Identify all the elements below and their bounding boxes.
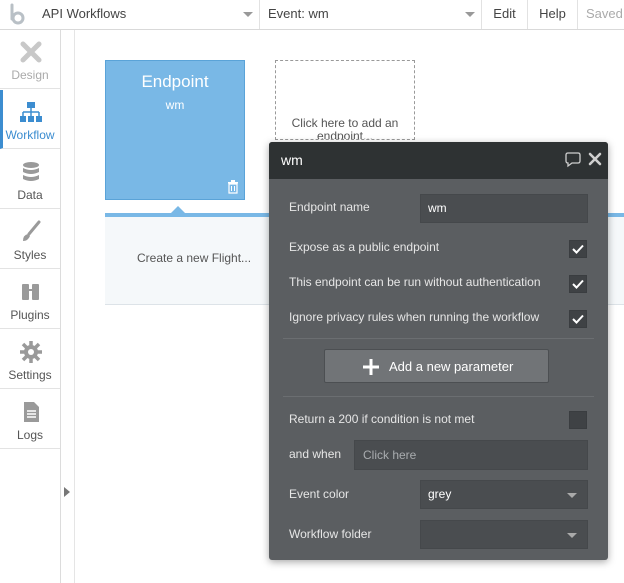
- no-auth-label: This endpoint can be run without authent…: [289, 275, 541, 289]
- plus-icon: [363, 359, 379, 375]
- event-color-label: Event color: [289, 487, 350, 501]
- panel-header: wm: [269, 142, 608, 179]
- workflow-icon: [20, 102, 42, 122]
- sidebar-item-label: Logs: [16, 428, 44, 442]
- create-action-link[interactable]: Create a new Flight...: [137, 251, 251, 265]
- return200-label: Return a 200 if condition is not met: [289, 412, 475, 426]
- chevron-down-icon: [567, 493, 577, 498]
- ignore-privacy-label: Ignore privacy rules when running the wo…: [289, 310, 540, 324]
- sidebar-item-label: Plugins: [10, 308, 50, 322]
- workflow-folder-label: Workflow folder: [289, 527, 372, 541]
- sidebar-item-plugins[interactable]: Plugins: [0, 270, 60, 329]
- add-endpoint-placeholder[interactable]: Click here to add an endpoint...: [275, 60, 415, 140]
- sidebar-item-data[interactable]: Data: [0, 150, 60, 209]
- help-menu[interactable]: Help: [528, 0, 578, 29]
- add-parameter-button[interactable]: Add a new parameter: [324, 349, 549, 383]
- add-parameter-label: Add a new parameter: [389, 359, 514, 374]
- gear-icon: [20, 341, 42, 363]
- data-icon: [23, 162, 39, 181]
- chevron-down-icon: [567, 533, 577, 538]
- sidebar-item-logs[interactable]: Logs: [0, 390, 60, 449]
- divider: [283, 396, 594, 397]
- edit-menu[interactable]: Edit: [482, 0, 528, 29]
- sidebar-item-label: Settings: [8, 368, 52, 382]
- event-select-value: Event: wm: [268, 6, 329, 21]
- event-color-value: grey: [428, 487, 452, 501]
- saved-status: Saved: [586, 6, 623, 21]
- ignore-privacy-checkbox[interactable]: [569, 310, 587, 328]
- expose-label: Expose as a public endpoint: [289, 240, 440, 254]
- endpoint-card-name: wm: [165, 98, 185, 112]
- workflow-folder-select[interactable]: [420, 520, 588, 549]
- styles-icon: [23, 220, 41, 241]
- checkmark-icon: [572, 314, 584, 324]
- endpoint-card-title: Endpoint: [141, 72, 209, 91]
- close-icon[interactable]: [588, 152, 602, 166]
- comment-icon[interactable]: [564, 152, 582, 168]
- checkmark-icon: [572, 279, 584, 289]
- chevron-down-icon: [465, 12, 475, 17]
- no-auth-checkbox[interactable]: [569, 275, 587, 293]
- sidebar-item-workflow[interactable]: Workflow: [0, 90, 60, 149]
- return200-checkbox[interactable]: [569, 411, 587, 429]
- event-select[interactable]: Event: wm: [260, 0, 482, 29]
- page-select-value: API Workflows: [42, 6, 127, 21]
- sidebar-item-settings[interactable]: Settings: [0, 330, 60, 389]
- sidebar-item-label: Design: [11, 68, 49, 82]
- property-panel: wm Endpoint name wm Expose as a public e…: [269, 142, 608, 560]
- sidebar-item-design[interactable]: Design: [0, 30, 60, 89]
- divider: [283, 338, 594, 339]
- sidebar: Design Workflow Data Styles Plugins Sett…: [0, 30, 61, 583]
- logs-icon: [24, 402, 39, 422]
- top-bar: API Workflows Event: wm Edit Help Saved: [0, 0, 624, 30]
- expose-checkbox[interactable]: [569, 240, 587, 258]
- endpoint-card[interactable]: Endpoint wm: [105, 60, 245, 200]
- and-when-label: and when: [289, 447, 342, 461]
- page-select[interactable]: API Workflows: [34, 0, 260, 29]
- plugins-icon: [22, 284, 39, 300]
- sidebar-item-label: Styles: [13, 248, 47, 262]
- checkmark-icon: [572, 244, 584, 254]
- chevron-down-icon: [243, 12, 253, 17]
- design-icon: [20, 41, 42, 63]
- trash-icon[interactable]: [227, 180, 239, 194]
- and-when-input[interactable]: Click here: [354, 440, 588, 470]
- collapse-sidebar-icon[interactable]: [64, 487, 70, 497]
- endpoint-name-label: Endpoint name: [289, 200, 370, 214]
- event-color-select[interactable]: grey: [420, 480, 588, 509]
- bubble-logo-icon[interactable]: [6, 2, 30, 26]
- panel-title: wm: [281, 152, 303, 168]
- sidebar-item-label: Workflow: [5, 128, 55, 142]
- sidebar-item-styles[interactable]: Styles: [0, 210, 60, 269]
- sidebar-item-label: Data: [17, 188, 43, 202]
- canvas-edge: [74, 30, 75, 583]
- endpoint-name-input[interactable]: wm: [420, 194, 588, 223]
